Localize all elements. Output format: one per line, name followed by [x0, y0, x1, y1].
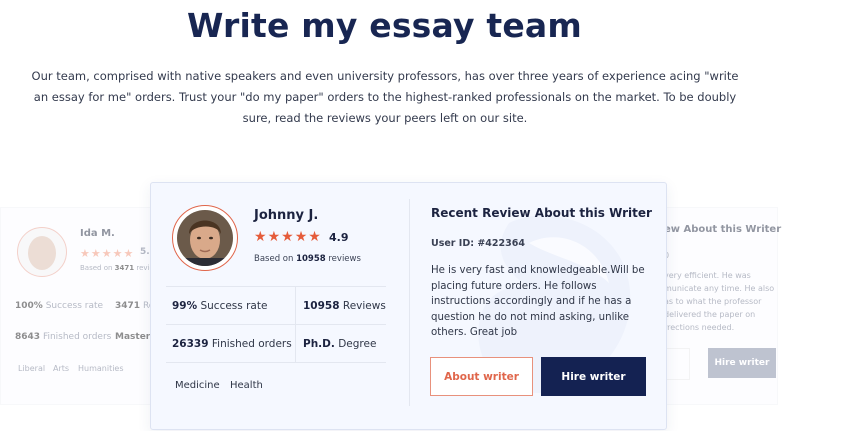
intro-text: Our team, comprised with native speakers…	[31, 69, 739, 125]
background-review-line: municate any time. He also	[664, 284, 775, 293]
review-title: Recent Review About this Writer	[431, 206, 652, 220]
review-text: He is very fast and knowledgeable.Will b…	[431, 265, 645, 338]
degree-stat: Ph.D. Degree	[303, 338, 377, 350]
background-review-line: delivered the paper on	[664, 310, 756, 319]
writer-card: Johnny J. ★ ★ ★ ★ ★ 4.9 Based on 10958 r…	[150, 182, 667, 430]
subject-tag: Health	[230, 380, 263, 391]
card-divider	[409, 199, 410, 406]
background-review-line: very efficient. He was	[664, 271, 751, 280]
subject-tag: Medicine	[175, 380, 220, 391]
background-review-line: as to what the professor	[664, 297, 762, 306]
background-avatar	[17, 227, 67, 277]
page-title: Write my essay team	[187, 6, 582, 45]
star-icon: ★	[281, 229, 294, 245]
stats-divider	[166, 286, 386, 287]
background-tag-2: Arts	[53, 364, 70, 373]
reviews-stat: 10958 Reviews	[303, 300, 386, 312]
finished-orders-stat: 26339 Finished orders	[172, 338, 292, 350]
stats-divider-vertical	[295, 286, 296, 362]
writer-photo	[177, 210, 233, 266]
based-on-reviews: Based on 10958 reviews	[254, 254, 361, 264]
star-icon: ★	[254, 229, 267, 245]
background-review-line: rrections needed.	[664, 323, 735, 332]
rating-stars: ★ ★ ★ ★ ★	[254, 230, 321, 244]
review-user-id: User ID: #422364	[431, 238, 525, 249]
star-icon: ★	[308, 229, 321, 245]
stats-divider	[166, 362, 386, 363]
hire-writer-button[interactable]: Hire writer	[541, 357, 646, 396]
writer-name: Johnny J.	[254, 208, 319, 223]
background-review-title: ew About this Writer	[664, 224, 782, 235]
success-rate-stat: 99% Success rate	[172, 300, 268, 312]
background-tag-1: Liberal	[18, 364, 46, 373]
star-icon: ★	[267, 229, 281, 245]
star-icon: ★	[294, 229, 308, 245]
background-writer-name: Ida M.	[80, 228, 115, 239]
background-hire-button[interactable]: Hire writer	[708, 348, 776, 378]
writer-avatar	[172, 205, 238, 271]
background-success-stat: 100% Success rate	[15, 301, 104, 311]
background-rating-stars: ★★★★★	[80, 247, 135, 260]
background-finished-stat: 8643 Finished orders	[15, 332, 112, 342]
writer-rating: 4.9	[329, 231, 349, 244]
background-tag-3: Humanities	[78, 364, 124, 373]
about-writer-button[interactable]: About writer	[430, 357, 533, 396]
stats-divider	[166, 324, 386, 325]
